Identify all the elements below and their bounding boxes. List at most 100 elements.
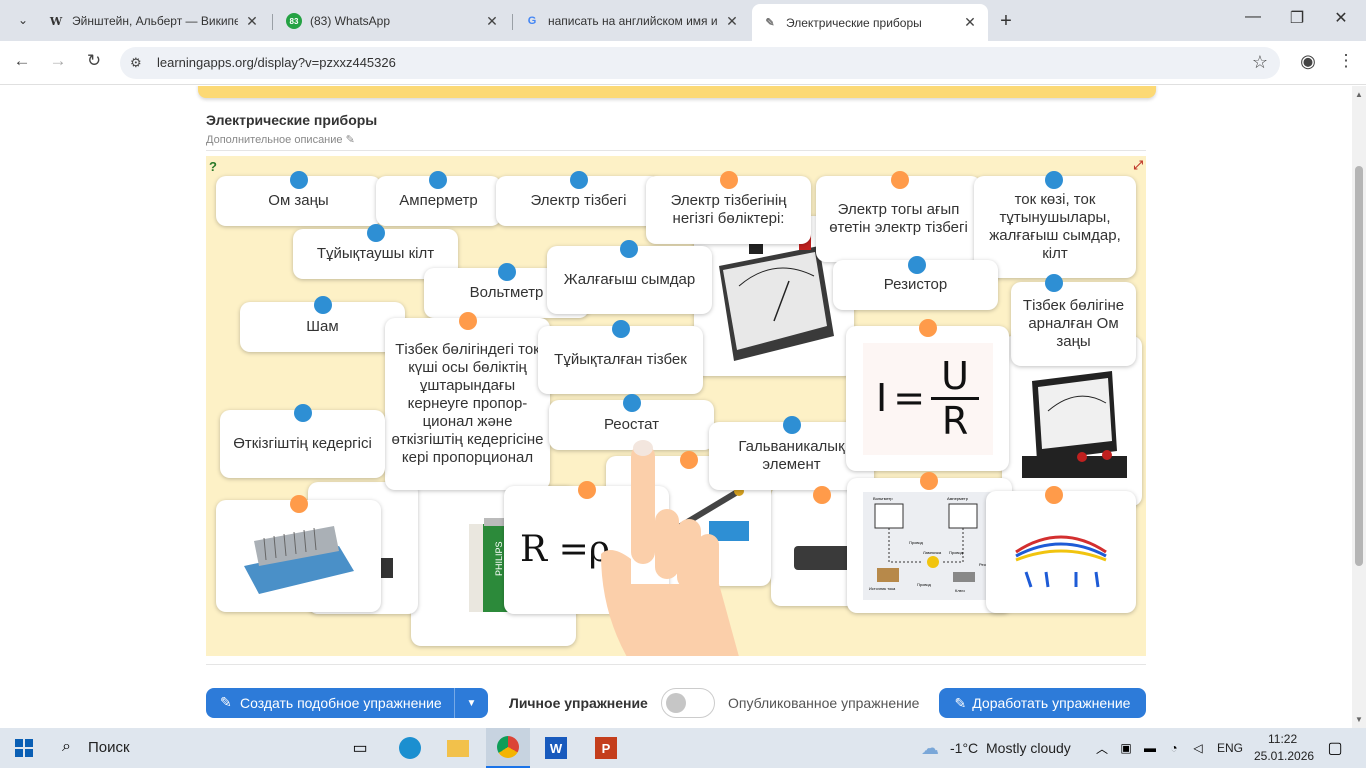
publish-toggle[interactable] bbox=[661, 688, 715, 718]
voltmeter-image bbox=[1022, 371, 1127, 478]
resistor-image bbox=[243, 526, 354, 594]
toggle-knob bbox=[666, 693, 686, 713]
drag-handle[interactable] bbox=[620, 240, 638, 258]
create-similar-button[interactable]: ✎ Создать подобное упражнение ▼ bbox=[206, 688, 488, 718]
tab-learningapps[interactable]: ✎ Электрические приборы ✕ bbox=[752, 4, 988, 41]
taskview-icon[interactable]: ▭ bbox=[340, 728, 380, 768]
powerpoint-icon[interactable]: P bbox=[586, 728, 626, 768]
scroll-up-icon[interactable]: ▲ bbox=[1355, 90, 1363, 99]
improve-exercise-button[interactable]: ✎ Доработать упражнение bbox=[939, 688, 1146, 718]
menu-kebab-icon[interactable]: ⋮ bbox=[1334, 51, 1358, 71]
page-scrollbar[interactable]: ▲ ▼ bbox=[1352, 86, 1366, 728]
drag-handle[interactable] bbox=[290, 171, 308, 189]
tab-wikipedia[interactable]: W Эйнштейн, Альберт — Википедия ✕ bbox=[38, 6, 270, 36]
battery-icon[interactable]: ▬ bbox=[1140, 728, 1160, 768]
bookmark-star-icon[interactable]: ☆ bbox=[1252, 52, 1268, 73]
profile-icon[interactable]: ◉ bbox=[1296, 51, 1320, 72]
drag-handle[interactable] bbox=[498, 263, 516, 281]
tutorial-hand-icon bbox=[601, 440, 739, 656]
drag-handle[interactable] bbox=[290, 495, 308, 513]
drag-handle[interactable] bbox=[570, 171, 588, 189]
divider bbox=[206, 664, 1146, 665]
drag-handle[interactable] bbox=[1045, 274, 1063, 292]
card-ohm-text[interactable]: Тізбек бөлігіндегі ток күші осы бөліктің… bbox=[385, 318, 550, 490]
google-icon: G bbox=[527, 15, 537, 27]
reload-icon[interactable]: ↻ bbox=[82, 51, 106, 71]
fullscreen-icon[interactable]: ⤢ bbox=[1133, 158, 1143, 173]
start-button[interactable] bbox=[0, 728, 48, 768]
close-icon[interactable]: ✕ bbox=[244, 13, 260, 30]
diagram-label: Лампочка bbox=[923, 550, 942, 555]
drag-handle[interactable] bbox=[294, 404, 312, 422]
drag-handle[interactable] bbox=[459, 312, 477, 330]
pencil-icon[interactable]: ✎ bbox=[346, 134, 355, 146]
language-indicator[interactable]: ENG bbox=[1217, 741, 1243, 755]
meet-now-icon[interactable]: ▣ bbox=[1116, 728, 1136, 768]
card-sources[interactable]: ток көзі, ток тұтынушылары, жалғағыш сым… bbox=[974, 176, 1136, 278]
page-description[interactable]: Дополнительное описание ✎ bbox=[206, 133, 355, 146]
drag-handle[interactable] bbox=[367, 224, 385, 242]
word-icon[interactable]: W bbox=[536, 728, 576, 768]
chrome-icon[interactable] bbox=[486, 728, 530, 768]
drag-handle[interactable] bbox=[1045, 486, 1063, 504]
wires-image-card[interactable] bbox=[986, 491, 1136, 613]
drag-handle[interactable] bbox=[783, 416, 801, 434]
tab-whatsapp[interactable]: 83 (83) WhatsApp ✕ bbox=[276, 6, 510, 36]
address-bar[interactable]: ⚙ learningapps.org/display?v=pzxxz445326… bbox=[120, 47, 1280, 79]
scroll-down-icon[interactable]: ▼ bbox=[1355, 715, 1363, 724]
tab-google[interactable]: G написать на английском имя и ф ✕ bbox=[514, 6, 750, 36]
formula-ohm-card[interactable]: I = U R bbox=[846, 326, 1009, 471]
weather-temp[interactable]: -1°C bbox=[950, 740, 978, 756]
site-info-icon[interactable]: ⚙ bbox=[130, 55, 146, 71]
tab-search-button[interactable]: ⌄ bbox=[12, 9, 34, 31]
notification-icon[interactable]: ▢ bbox=[1320, 728, 1350, 768]
back-arrow-icon[interactable]: ← bbox=[10, 51, 34, 71]
diagram-label: Провод bbox=[917, 582, 932, 587]
card-ohm-section[interactable]: Тізбек бөлігіне арналған Ом заңы bbox=[1011, 282, 1136, 366]
diagram-label: Вольтметр bbox=[873, 496, 893, 501]
wires-image bbox=[1015, 535, 1107, 588]
drag-handle[interactable] bbox=[1045, 171, 1063, 189]
close-icon[interactable]: ✕ bbox=[484, 13, 500, 30]
wifi-icon[interactable]: ◔ bbox=[1164, 728, 1184, 768]
diagram-label: Провод bbox=[949, 550, 964, 555]
scrollbar-thumb[interactable] bbox=[1355, 166, 1363, 566]
circuit-diagram-image: Вольтметр Амперметр Провод Лампочка Пров… bbox=[862, 491, 997, 600]
clock-time[interactable]: 11:22 bbox=[1268, 732, 1297, 746]
drag-handle[interactable] bbox=[720, 171, 738, 189]
drag-handle[interactable] bbox=[919, 319, 937, 337]
drag-handle[interactable] bbox=[612, 320, 630, 338]
drag-handle[interactable] bbox=[891, 171, 909, 189]
url-text[interactable]: learningapps.org/display?v=pzxxz445326 bbox=[157, 55, 396, 70]
weather-icon[interactable]: ☁ bbox=[915, 728, 945, 768]
minimize-button[interactable]: — bbox=[1238, 8, 1268, 26]
tab-title: Эйнштейн, Альберт — Википедия bbox=[72, 14, 238, 28]
window-close-button[interactable]: ✕ bbox=[1326, 8, 1356, 28]
edge-icon[interactable] bbox=[390, 728, 430, 768]
restore-button[interactable]: ❐ bbox=[1282, 8, 1312, 28]
weather-desc[interactable]: Mostly cloudy bbox=[986, 740, 1071, 756]
chevron-down-icon[interactable]: ▼ bbox=[454, 688, 488, 718]
volume-icon[interactable]: ◁ bbox=[1188, 728, 1208, 768]
close-icon[interactable]: ✕ bbox=[724, 13, 740, 30]
new-tab-button[interactable]: + bbox=[996, 10, 1016, 33]
drag-handle[interactable] bbox=[920, 472, 938, 490]
drag-handle[interactable] bbox=[908, 256, 926, 274]
page-title: Электрические приборы bbox=[206, 112, 378, 128]
tab-divider bbox=[512, 14, 513, 30]
description-text: Дополнительное описание bbox=[206, 134, 343, 146]
drag-handle[interactable] bbox=[813, 486, 831, 504]
browser-tab-bar: ⌄ W Эйнштейн, Альберт — Википедия ✕ 83 (… bbox=[0, 0, 1366, 41]
clock-date[interactable]: 25.01.2026 bbox=[1254, 749, 1314, 763]
close-icon[interactable]: ✕ bbox=[962, 14, 978, 31]
file-explorer-icon[interactable] bbox=[438, 728, 478, 768]
drag-handle[interactable] bbox=[314, 296, 332, 314]
whatsapp-icon: 83 bbox=[286, 13, 302, 29]
drag-handle[interactable] bbox=[429, 171, 447, 189]
forward-arrow-icon[interactable]: → bbox=[46, 51, 70, 71]
help-icon[interactable]: ? bbox=[209, 159, 217, 174]
resistor-image-card[interactable] bbox=[216, 500, 381, 612]
drag-handle[interactable] bbox=[623, 394, 641, 412]
private-exercise-label: Личное упражнение bbox=[509, 695, 648, 711]
tray-chevron-icon[interactable]: ︿ bbox=[1092, 728, 1112, 768]
